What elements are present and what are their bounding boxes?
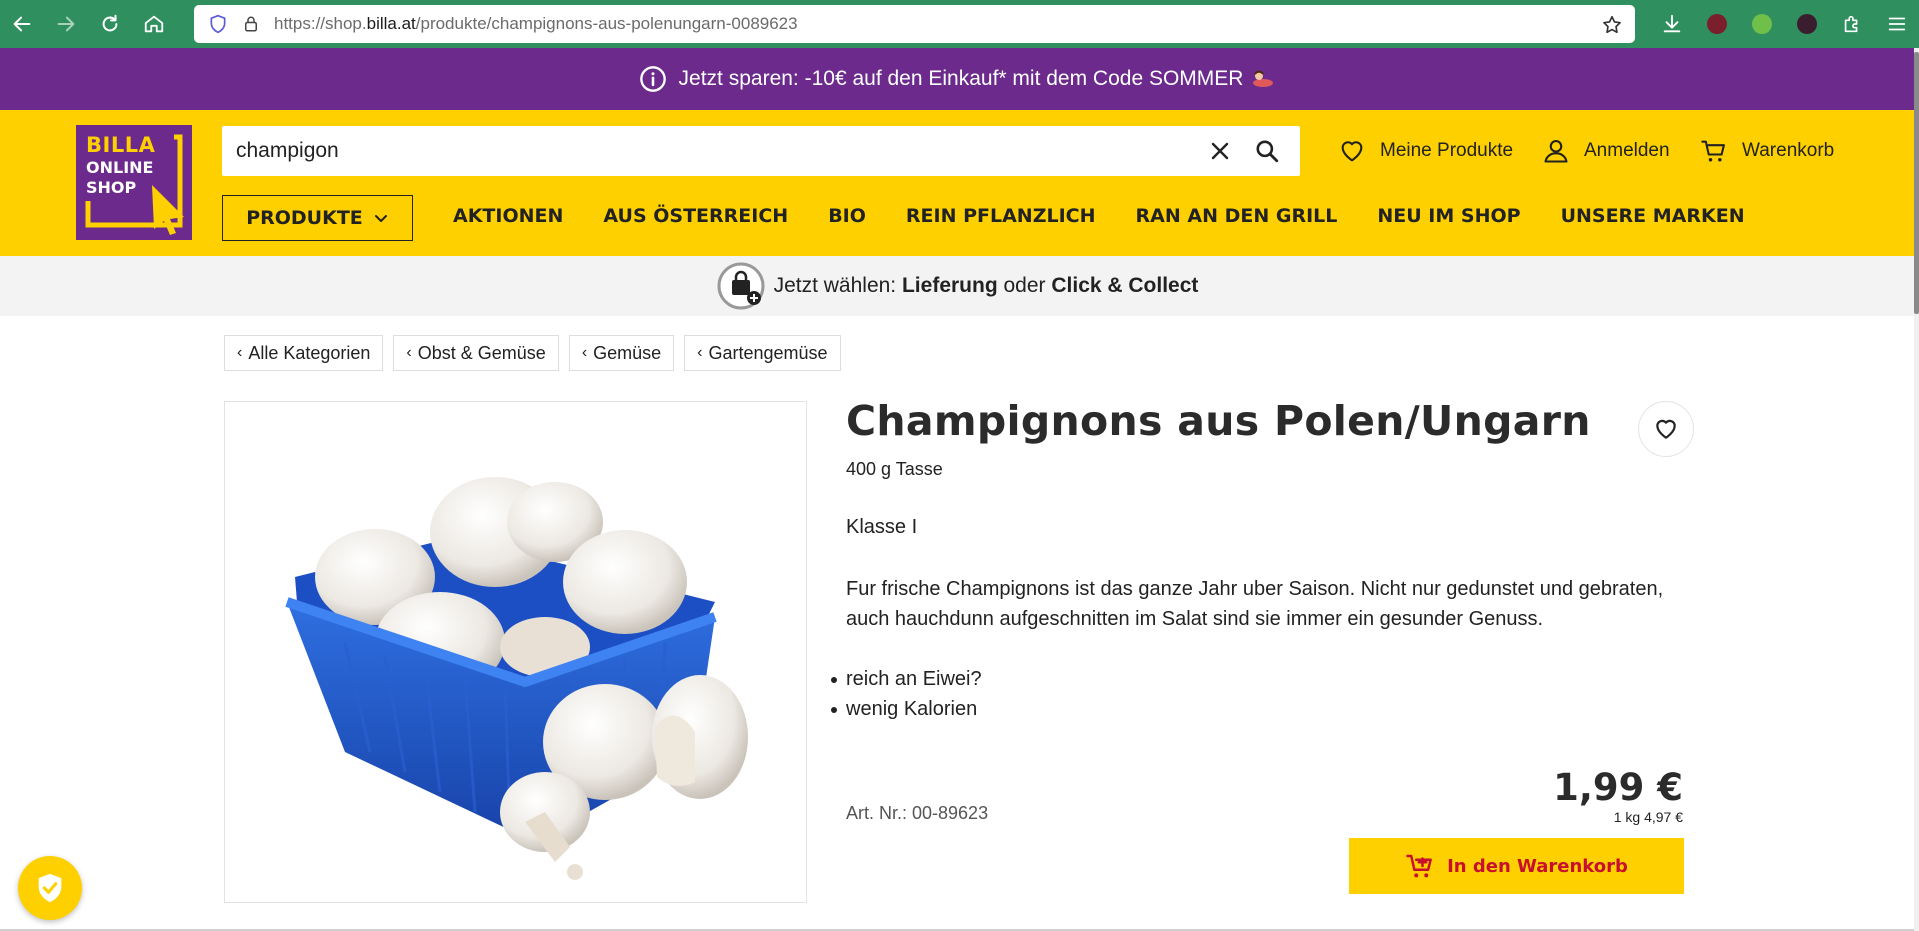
nav-item-unsere-marken[interactable]: UNSERE MARKEN xyxy=(1561,205,1745,227)
info-icon xyxy=(639,66,666,92)
search-box xyxy=(222,126,1300,176)
nav-item-aktionen[interactable]: AKTIONEN xyxy=(453,205,563,227)
delivery-text: Jetzt wählen: Lieferung oder Click & Col… xyxy=(773,274,1199,297)
clear-search-icon[interactable] xyxy=(1208,139,1232,163)
promo-text: Jetzt sparen: -10€ auf den Einkauf* mit … xyxy=(678,67,1244,90)
download-icon xyxy=(1663,14,1680,33)
home-button[interactable] xyxy=(132,0,176,48)
chevron-left-icon: ‹ xyxy=(237,344,243,361)
heart-icon xyxy=(1341,141,1363,162)
delivery-selector-bar[interactable]: Jetzt wählen: Lieferung oder Click & Col… xyxy=(0,256,1914,316)
search-input[interactable] xyxy=(236,126,1186,176)
nav-item-rein-pflanzlich[interactable]: REIN PFLANZLICH xyxy=(906,205,1096,227)
extension-dark[interactable] xyxy=(1784,0,1829,48)
tracking-shield-icon[interactable] xyxy=(208,14,228,34)
logo-text-shop: SHOP xyxy=(86,178,137,197)
chevron-left-icon: ‹ xyxy=(581,344,588,361)
cart-label: Warenkorb xyxy=(1742,140,1835,161)
scrollbar-thumb[interactable] xyxy=(1914,52,1919,314)
nav-item-aus-oesterreich[interactable]: AUS ÖSTERREICH xyxy=(603,205,788,227)
extension-green-icon xyxy=(1751,14,1772,34)
product-image[interactable] xyxy=(224,401,807,903)
arrow-right-icon xyxy=(57,16,75,32)
product-size: 400 g Tasse xyxy=(846,459,943,479)
breadcrumb: ‹ Alle Kategorien ‹ Obst & Gemüse ‹ Gemüse … xyxy=(224,335,851,371)
site-header: BILLA ONLINE SHOP Meine Produkte Anmelde… xyxy=(0,110,1914,256)
breadcrumb-item-obst-gemuese[interactable]: ‹ Obst & Gemüse xyxy=(393,335,559,371)
shopping-bag-icon xyxy=(717,262,765,310)
nav-item-neu-im-shop[interactable]: NEU IM SHOP xyxy=(1377,205,1520,227)
shopping-cart-icon xyxy=(1701,140,1725,162)
delivery-option-lieferung[interactable]: Lieferung xyxy=(902,274,998,297)
article-number: Art. Nr.: 00-89623 xyxy=(846,803,989,823)
logo-text-online: ONLINE xyxy=(86,158,154,177)
main-navigation: AKTIONEN AUS ÖSTERREICH BIO REIN PFLANZL… xyxy=(453,205,1785,227)
add-to-cart-button[interactable]: In den Warenkorb xyxy=(1349,838,1684,894)
nav-item-ran-an-den-grill[interactable]: RAN AN DEN GRILL xyxy=(1136,205,1338,227)
products-dropdown-label: PRODUKTE xyxy=(246,207,363,229)
breadcrumb-item-alle-kategorien[interactable]: ‹ Alle Kategorien xyxy=(224,335,384,371)
forward-button[interactable] xyxy=(44,0,88,48)
ublock-icon xyxy=(1706,14,1727,34)
downloads-button[interactable] xyxy=(1649,0,1694,48)
product-description: Fur frische Champignons ist das ganze Ja… xyxy=(846,578,1664,630)
nav-item-bio[interactable]: BIO xyxy=(828,205,866,227)
heart-icon xyxy=(1656,419,1676,439)
menu-button[interactable] xyxy=(1874,0,1919,48)
list-item: reich an Eiwei? xyxy=(831,664,982,694)
my-products-label: Meine Produkte xyxy=(1380,140,1514,161)
product-price: 1,99 € xyxy=(1553,766,1683,809)
extensions-button[interactable] xyxy=(1829,0,1874,48)
login-link[interactable]: Anmelden xyxy=(1542,137,1670,165)
promo-banner[interactable]: Jetzt sparen: -10€ auf den Einkauf* mit … xyxy=(0,48,1914,110)
product-class: Klasse I xyxy=(846,516,918,538)
arrow-left-icon xyxy=(13,16,31,32)
product-title: Champignons aus Polen/Ungarn xyxy=(846,397,1591,445)
breadcrumb-item-gartengemuese[interactable]: ‹ Gartengemüse xyxy=(684,335,841,371)
bookmark-star-icon[interactable] xyxy=(1601,14,1623,36)
add-to-cart-icon xyxy=(1406,854,1432,878)
delivery-option-click-collect[interactable]: Click & Collect xyxy=(1051,274,1198,297)
reload-icon xyxy=(102,14,118,32)
lock-icon[interactable] xyxy=(242,15,260,33)
chevron-left-icon: ‹ xyxy=(406,344,412,361)
ublock-extension[interactable] xyxy=(1694,0,1739,48)
privacy-shield-icon xyxy=(38,873,62,903)
hamburger-menu-icon xyxy=(1888,17,1905,31)
reload-button[interactable] xyxy=(88,0,132,48)
add-to-cart-label: In den Warenkorb xyxy=(1447,855,1628,877)
add-to-favorites-button[interactable] xyxy=(1638,401,1694,457)
user-icon xyxy=(1544,140,1568,163)
login-label: Anmelden xyxy=(1584,140,1670,161)
search-icon[interactable] xyxy=(1254,138,1280,164)
url-text[interactable]: https://shop.billa.at/produkte/champigno… xyxy=(274,14,798,34)
sunbathing-emoji-icon xyxy=(1253,70,1274,87)
breadcrumb-item-gemuese[interactable]: ‹ Gemüse xyxy=(568,335,675,371)
unit-price: 1 kg 4,97 € xyxy=(1613,809,1683,825)
mushroom-basket-illustration xyxy=(285,477,748,880)
extension-green[interactable] xyxy=(1739,0,1784,48)
puzzle-icon xyxy=(1844,15,1857,33)
cart-link[interactable]: Warenkorb xyxy=(1700,137,1834,165)
extension-dark-icon xyxy=(1796,14,1817,34)
address-bar[interactable]: https://shop.billa.at/produkte/champigno… xyxy=(194,5,1635,43)
back-button[interactable] xyxy=(0,0,44,48)
logo-text-billa: BILLA xyxy=(86,133,156,157)
my-products-link[interactable]: Meine Produkte xyxy=(1338,137,1513,165)
list-item: wenig Kalorien xyxy=(831,694,982,724)
privacy-settings-button[interactable] xyxy=(18,856,82,920)
products-dropdown-button[interactable]: PRODUKTE xyxy=(222,195,413,241)
chevron-down-icon xyxy=(374,215,387,222)
billa-online-shop-logo[interactable]: BILLA ONLINE SHOP xyxy=(76,125,192,240)
product-features-list: reich an Eiwei? wenig Kalorien xyxy=(831,664,982,724)
browser-toolbar: https://shop.billa.at/produkte/champigno… xyxy=(0,0,1919,48)
home-icon xyxy=(144,15,164,33)
chevron-left-icon: ‹ xyxy=(697,344,703,361)
